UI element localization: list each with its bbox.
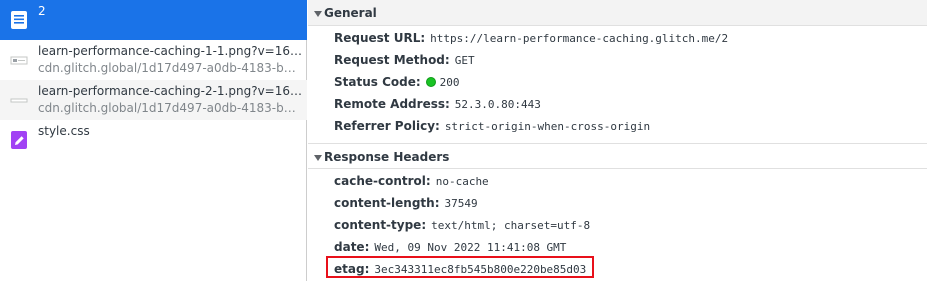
status-dot-icon (425, 77, 436, 87)
header-row: Request Method: GET (334, 49, 475, 71)
header-value: text/html; charset=utf-8 (431, 219, 591, 232)
header-row: Remote Address: 52.3.0.80:443 (334, 93, 541, 115)
image-icon (10, 98, 28, 103)
header-key: content-length: (334, 196, 440, 210)
header-key: content-type: (334, 218, 427, 232)
header-key: Status Code: (334, 75, 421, 89)
request-item-document[interactable]: 2 (0, 0, 307, 40)
section-title: General (324, 6, 377, 20)
header-value: no-cache (435, 175, 489, 188)
header-row: Request URL: https://learn-performance-ca… (334, 27, 728, 49)
request-item-image-2[interactable]: learn-performance-caching-2-1.png?v=1667… (0, 80, 307, 120)
request-name: 2 (38, 4, 46, 18)
header-row: Status Code: 200 (334, 71, 460, 93)
header-value: strict-origin-when-cross-origin (444, 120, 651, 133)
header-value: 200 (439, 76, 460, 89)
triangle-down-icon (314, 11, 322, 17)
etag-highlight-box (326, 256, 594, 278)
header-row: cache-control: no-cache (334, 170, 489, 192)
response-headers-section-header[interactable]: Response Headers (308, 143, 927, 169)
header-key: cache-control: (334, 174, 431, 188)
headers-panel: General Request URL: https://learn-perfor… (308, 0, 927, 281)
request-name: style.css (38, 124, 90, 138)
request-list: 2 learn-performance-caching-1-1.png?v=16… (0, 0, 307, 281)
header-key: Request Method: (334, 53, 450, 67)
header-row: content-type: text/html; charset=utf-8 (334, 214, 590, 236)
request-item-image-1[interactable]: learn-performance-caching-1-1.png?v=1667… (0, 40, 307, 80)
header-value: https://learn-performance-caching.glitch… (430, 32, 729, 45)
header-value: 37549 (444, 197, 478, 210)
header-value: Wed, 09 Nov 2022 11:41:08 GMT (374, 241, 567, 254)
header-key: date: (334, 240, 370, 254)
header-row: date: Wed, 09 Nov 2022 11:41:08 GMT (334, 236, 566, 258)
document-icon (11, 11, 27, 29)
header-row: Referrer Policy: strict-origin-when-cross… (334, 115, 650, 137)
header-value: 52.3.0.80:443 (454, 98, 541, 111)
header-value: GET (454, 54, 475, 67)
stylesheet-icon (11, 131, 27, 149)
triangle-down-icon (314, 155, 322, 161)
request-name: learn-performance-caching-2-1.png?v=1667… (38, 84, 303, 98)
request-item-stylesheet[interactable]: style.css (0, 120, 307, 160)
general-section-header[interactable]: General (308, 0, 927, 26)
image-icon (10, 56, 28, 65)
header-row: content-length: 37549 (334, 192, 478, 214)
header-key: Remote Address: (334, 97, 450, 111)
request-domain: cdn.glitch.global/1d17d497-a0db-4183-b4e… (38, 61, 303, 75)
header-key: Referrer Policy: (334, 119, 440, 133)
request-domain: cdn.glitch.global/1d17d497-a0db-4183-b4e… (38, 101, 303, 115)
header-key: Request URL: (334, 31, 426, 45)
section-title: Response Headers (324, 150, 450, 164)
request-name: learn-performance-caching-1-1.png?v=1667… (38, 44, 303, 58)
